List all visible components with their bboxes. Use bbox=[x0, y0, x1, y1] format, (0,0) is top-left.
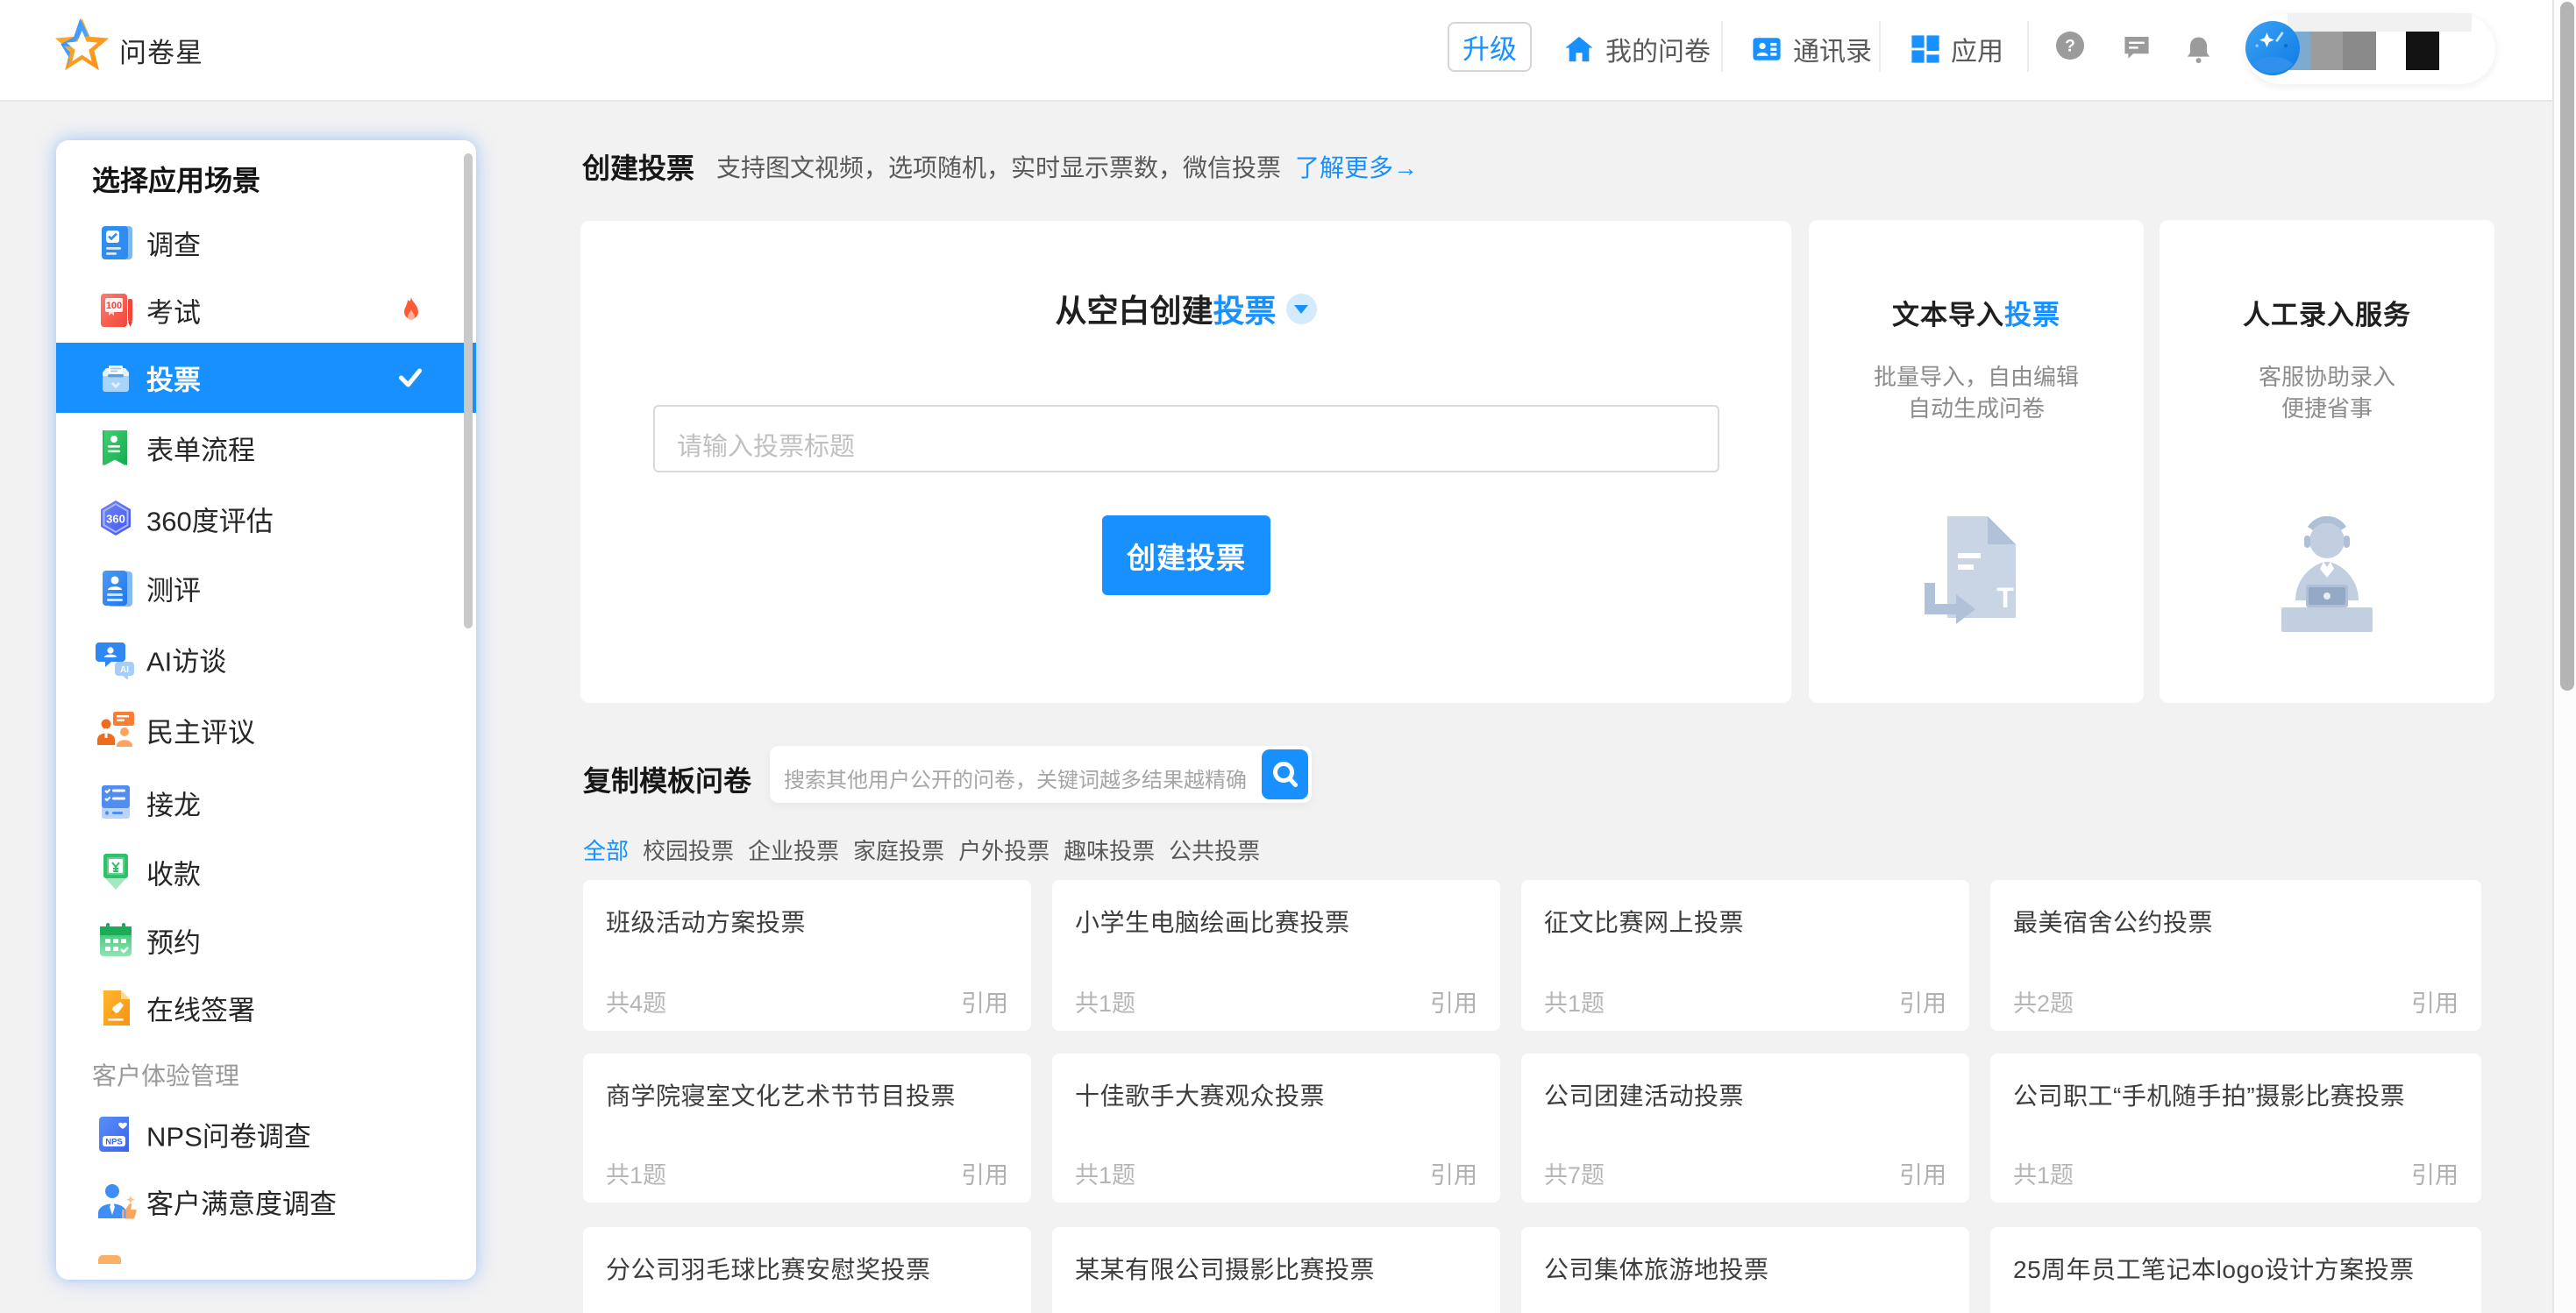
svg-text:NPS: NPS bbox=[105, 1137, 123, 1146]
svg-text:360: 360 bbox=[106, 512, 125, 525]
svg-text:T: T bbox=[1996, 582, 2014, 614]
svg-text:?: ? bbox=[2065, 37, 2075, 55]
svg-text:100: 100 bbox=[106, 301, 122, 311]
svg-text:AI: AI bbox=[120, 665, 129, 675]
